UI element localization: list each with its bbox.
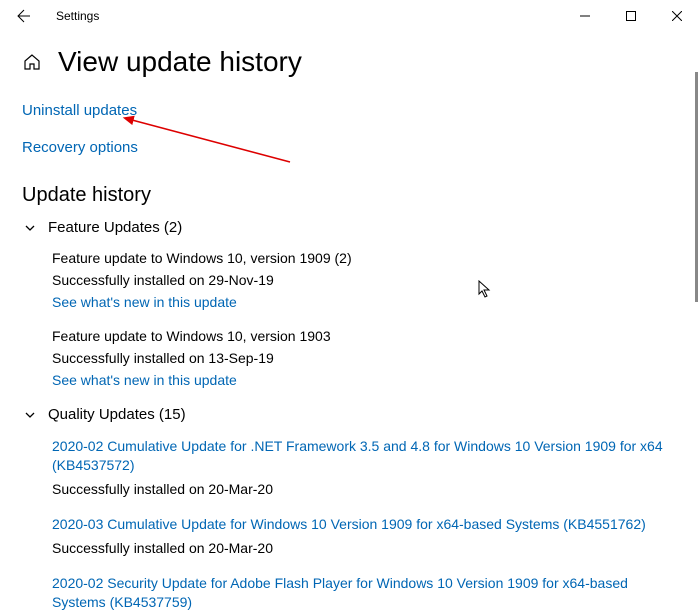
back-arrow-icon [16, 8, 32, 24]
content-area: View update history Uninstall updates Re… [0, 32, 700, 614]
whats-new-link[interactable]: See what's new in this update [52, 372, 237, 388]
update-status: Successfully installed on 20-Mar-20 [52, 481, 672, 497]
minimize-button[interactable] [562, 0, 608, 32]
quality-update-link[interactable]: 2020-02 Cumulative Update for .NET Frame… [52, 437, 672, 475]
titlebar: Settings [0, 0, 700, 32]
update-status: Successfully installed on 29-Nov-19 [52, 272, 672, 288]
update-item: 2020-02 Cumulative Update for .NET Frame… [52, 437, 672, 497]
quality-updates-group-header[interactable]: Quality Updates (15) [22, 406, 672, 423]
update-status: Successfully installed on 13-Sep-19 [52, 350, 672, 366]
chevron-down-icon [22, 407, 38, 423]
home-icon[interactable] [22, 52, 42, 72]
recovery-options-link[interactable]: Recovery options [22, 139, 138, 156]
whats-new-link[interactable]: See what's new in this update [52, 294, 237, 310]
maximize-icon [626, 11, 636, 21]
minimize-icon [580, 11, 590, 21]
close-button[interactable] [654, 0, 700, 32]
uninstall-updates-link[interactable]: Uninstall updates [22, 102, 137, 119]
page-title: View update history [58, 46, 302, 78]
back-button[interactable] [8, 0, 40, 32]
update-item: 2020-02 Security Update for Adobe Flash … [52, 574, 672, 612]
window-title: Settings [56, 9, 99, 23]
quality-update-link[interactable]: 2020-02 Security Update for Adobe Flash … [52, 574, 672, 612]
quality-updates-label: Quality Updates (15) [48, 406, 186, 423]
update-title: Feature update to Windows 10, version 19… [52, 250, 672, 266]
chevron-down-icon [22, 220, 38, 236]
close-icon [672, 11, 682, 21]
update-status: Successfully installed on 20-Mar-20 [52, 540, 672, 556]
scrollbar-thumb[interactable] [695, 72, 698, 302]
maximize-button[interactable] [608, 0, 654, 32]
update-title: Feature update to Windows 10, version 19… [52, 328, 672, 344]
update-item: Feature update to Windows 10, version 19… [52, 328, 672, 388]
page-header: View update history [22, 46, 672, 78]
update-history-heading: Update history [22, 184, 672, 207]
update-item: 2020-03 Cumulative Update for Windows 10… [52, 515, 672, 556]
feature-updates-group-header[interactable]: Feature Updates (2) [22, 219, 672, 236]
feature-updates-label: Feature Updates (2) [48, 219, 182, 236]
window-controls [562, 0, 700, 32]
quality-update-link[interactable]: 2020-03 Cumulative Update for Windows 10… [52, 515, 672, 534]
update-item: Feature update to Windows 10, version 19… [52, 250, 672, 310]
